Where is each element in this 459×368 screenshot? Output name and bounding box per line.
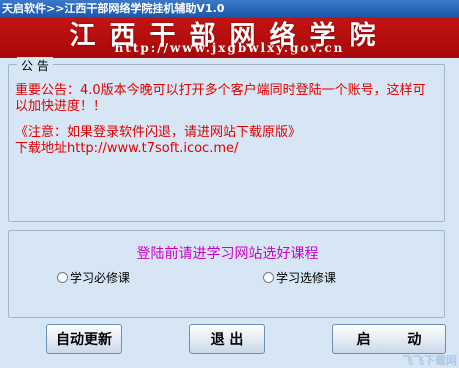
exit-button[interactable]: 退 出 [189,324,265,354]
course-selection-group: 登陆前请进学习网站选好课程 学习必修课 学习选修课 [8,230,445,318]
radio-circle-icon[interactable] [263,272,274,283]
notice-group: 公 告 重要公告：4.0版本今晚可以打开多个客户端同时登陆一个账号，这样可以加快… [8,57,445,222]
site-banner: 江西干部网络学院 http://www.jxgbwlxy.gov.cn [0,17,459,58]
window-title-bar: 天启软件>>江西干部网络学院挂机辅助V1.0 [0,0,459,17]
required-course-label: 学习必修课 [70,271,131,285]
start-button[interactable]: 启 动 [332,324,446,354]
radio-circle-icon[interactable] [57,272,68,283]
notice-legend: 公 告 [17,57,53,74]
window-title: 天启软件>>江西干部网络学院挂机辅助V1.0 [2,2,225,15]
auto-update-button[interactable]: 自动更新 [46,324,122,354]
elective-course-label: 学习选修课 [276,271,337,285]
required-course-radio[interactable]: 学习必修课 [57,269,130,286]
banner-url: http://www.jxgbwlxy.gov.cn [114,41,345,55]
course-prompt: 登陆前请进学习网站选好课程 [136,246,319,262]
elective-course-radio[interactable]: 学习选修课 [263,269,336,286]
notice-warning-text: 《注意：如果登录软件闪退，请进网站下载原版》 [15,125,302,140]
notice-main-text: 重要公告：4.0版本今晚可以打开多个客户端同时登陆一个账号，这样可以加快进度！！ [15,83,426,114]
notice-download-link[interactable]: 下载地址http://www.t7soft.icoc.me/ [15,141,435,157]
watermark: 飞飞下载网 [402,354,457,367]
